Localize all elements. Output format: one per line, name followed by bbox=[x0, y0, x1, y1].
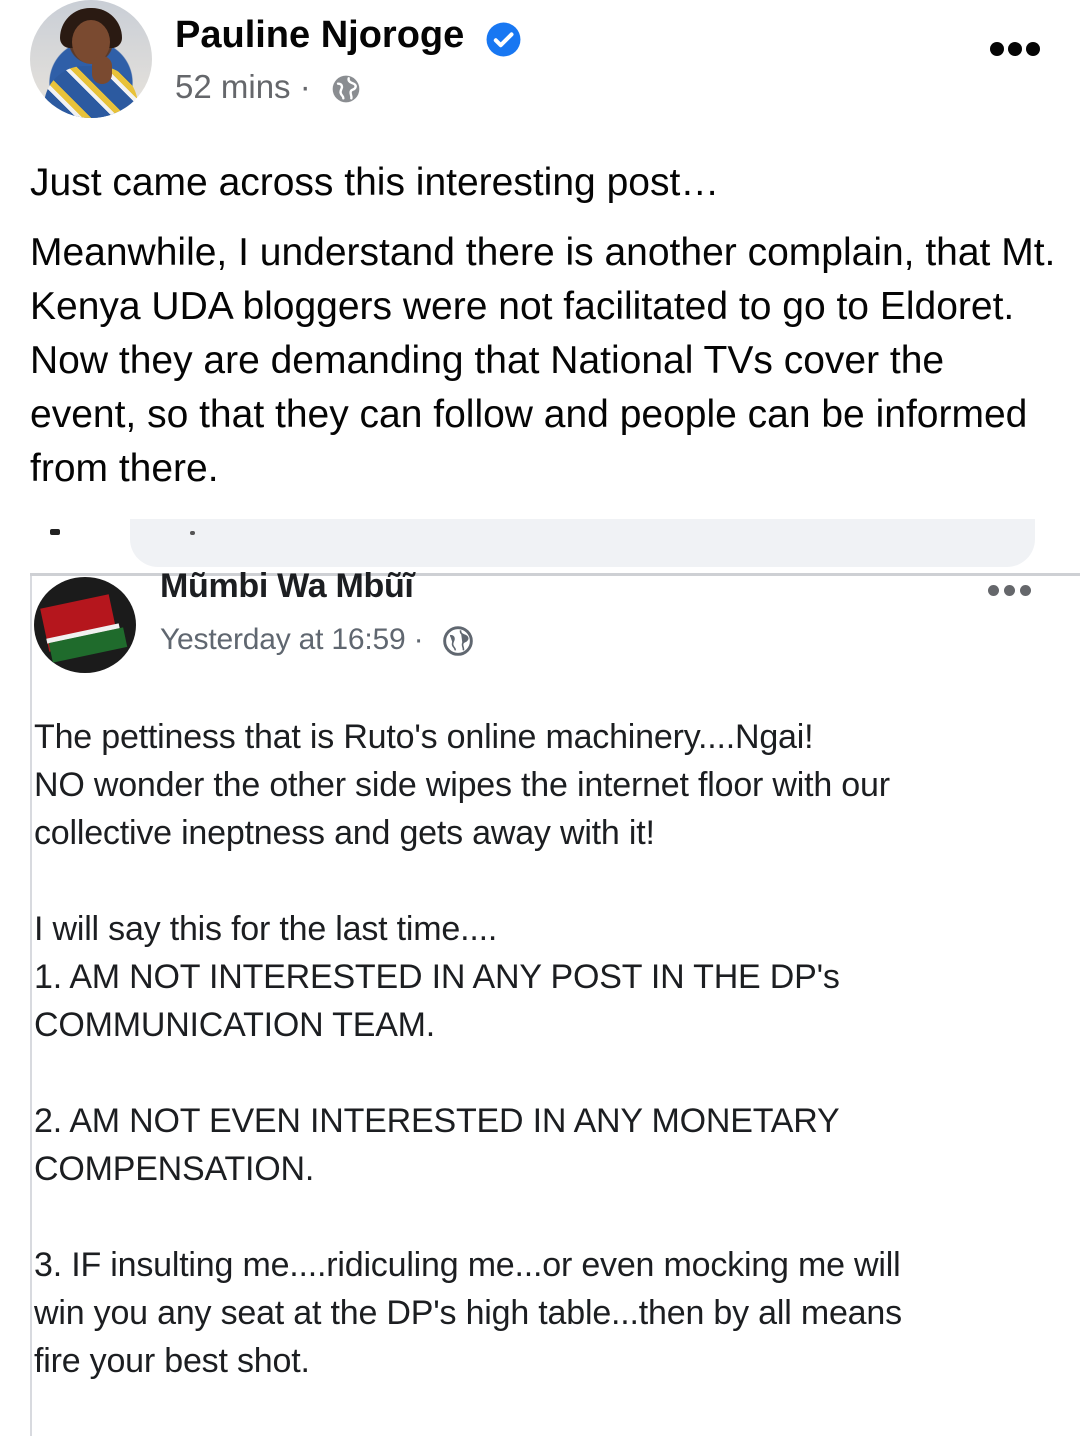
embedded-author-avatar bbox=[34, 577, 136, 673]
embedded-post-body: The pettiness that is Ruto's online mach… bbox=[34, 713, 1054, 1433]
text-line: fire your best shot. bbox=[34, 1342, 310, 1380]
text-line: COMMUNICATION TEAM. bbox=[34, 1006, 436, 1044]
post-paragraph: Meanwhile, I understand there is another… bbox=[30, 231, 1056, 490]
text-line: 2. AM NOT EVEN INTERESTED IN ANY MONETAR… bbox=[34, 1102, 840, 1140]
embedded-paragraph: 3. IF insulting me....ridiculing me...or… bbox=[34, 1241, 1054, 1385]
more-options-icon[interactable] bbox=[990, 40, 1040, 58]
text-line: collective ineptness and gets away with … bbox=[34, 814, 655, 852]
text-line: 3. IF insulting me....ridiculing me...or… bbox=[34, 1246, 901, 1284]
embedded-timestamp: Yesterday at 16:59 · bbox=[160, 623, 424, 656]
globe-icon bbox=[332, 75, 360, 103]
verified-badge-icon bbox=[486, 22, 521, 57]
text-line: The pettiness that is Ruto's online mach… bbox=[34, 718, 814, 756]
text-line: 1. AM NOT INTERESTED IN ANY POST IN THE … bbox=[34, 958, 840, 996]
text-line: I will say this for the last time.... bbox=[34, 910, 498, 948]
post-body: Just came across this interesting post… … bbox=[30, 156, 1060, 512]
globe-icon bbox=[443, 626, 473, 656]
post-paragraph: Just came across this interesting post… bbox=[30, 161, 720, 204]
frame-edge bbox=[30, 519, 32, 1436]
post-timestamp[interactable]: 52 mins · bbox=[175, 68, 311, 106]
embedded-paragraph: I will say this for the last time.... 1.… bbox=[34, 905, 1054, 1049]
embedded-author-name: Mũmbi Wa Mbũĩ bbox=[160, 567, 414, 605]
author-avatar[interactable] bbox=[30, 0, 152, 118]
embedded-paragraph: 2. AM NOT EVEN INTERESTED IN ANY MONETAR… bbox=[34, 1097, 1054, 1193]
embedded-post-image[interactable]: Mũmbi Wa Mbũĩ Yesterday at 16:59 · The p… bbox=[0, 505, 1080, 1436]
more-options-icon bbox=[988, 585, 1032, 597]
author-name[interactable]: Pauline Njoroge bbox=[175, 14, 464, 57]
post-header: Pauline Njoroge 52 mins · bbox=[0, 0, 1080, 130]
text-line: COMPENSATION. bbox=[34, 1150, 315, 1188]
text-line: win you any seat at the DP's high table.… bbox=[34, 1294, 902, 1332]
text-line: NO wonder the other side wipes the inter… bbox=[34, 766, 890, 804]
embedded-paragraph: The pettiness that is Ruto's online mach… bbox=[34, 713, 1054, 857]
